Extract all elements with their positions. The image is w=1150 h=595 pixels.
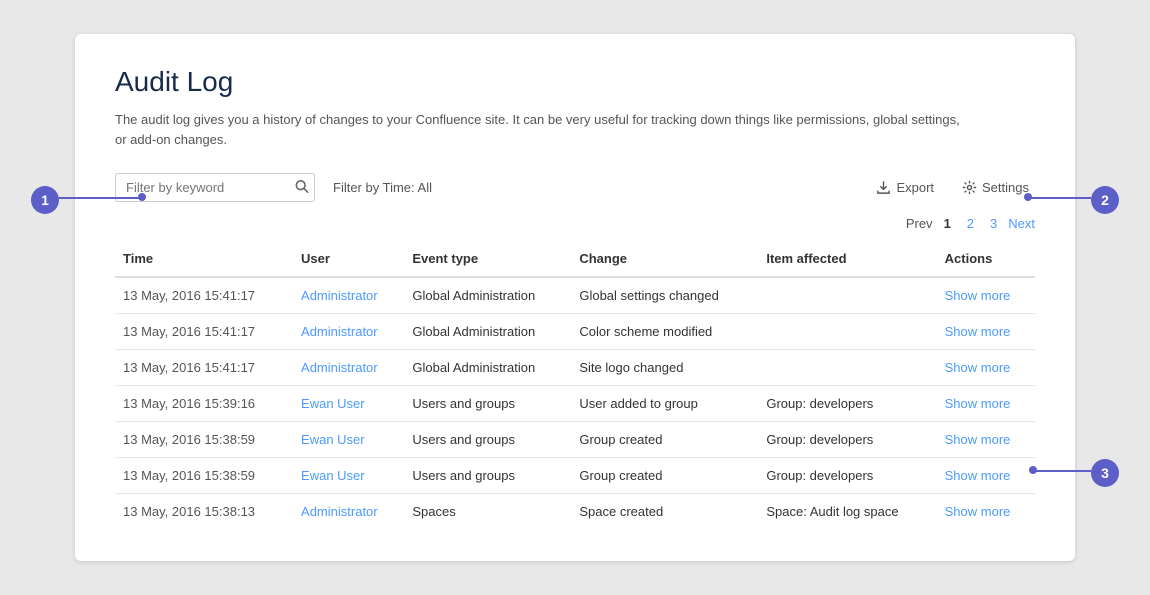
show-more-link[interactable]: Show more: [945, 468, 1011, 483]
cell-time: 13 May, 2016 15:41:17: [115, 277, 293, 314]
show-more-link[interactable]: Show more: [945, 432, 1011, 447]
user-link[interactable]: Ewan User: [301, 468, 365, 483]
annotation-line-2: [1031, 197, 1091, 199]
table-row: 13 May, 2016 15:38:59 Ewan User Users an…: [115, 458, 1035, 494]
cell-user[interactable]: Ewan User: [293, 422, 404, 458]
cell-change: Group created: [571, 422, 758, 458]
col-event-type: Event type: [404, 241, 571, 277]
page-2[interactable]: 2: [962, 214, 979, 233]
table-row: 13 May, 2016 15:38:59 Ewan User Users an…: [115, 422, 1035, 458]
cell-action: Show more: [937, 350, 1035, 386]
user-link[interactable]: Administrator: [301, 324, 378, 339]
cell-item-affected: [758, 314, 936, 350]
cell-event-type: Spaces: [404, 494, 571, 530]
cell-action: Show more: [937, 458, 1035, 494]
annotation-dot-1: [138, 193, 146, 201]
user-link[interactable]: Administrator: [301, 288, 378, 303]
table-row: 13 May, 2016 15:41:17 Administrator Glob…: [115, 350, 1035, 386]
cell-user[interactable]: Administrator: [293, 350, 404, 386]
prev-label: Prev: [906, 216, 933, 231]
user-link[interactable]: Ewan User: [301, 396, 365, 411]
filter-left: Filter by Time: All: [115, 173, 432, 202]
cell-action: Show more: [937, 494, 1035, 530]
page-title: Audit Log: [115, 66, 1035, 98]
cell-event-type: Global Administration: [404, 350, 571, 386]
cell-action: Show more: [937, 386, 1035, 422]
col-time: Time: [115, 241, 293, 277]
export-button[interactable]: Export: [870, 176, 940, 199]
cell-change: Global settings changed: [571, 277, 758, 314]
cell-action: Show more: [937, 277, 1035, 314]
cell-action: Show more: [937, 422, 1035, 458]
settings-icon: [962, 180, 977, 195]
cell-item-affected: Group: developers: [758, 458, 936, 494]
cell-user[interactable]: Ewan User: [293, 386, 404, 422]
cell-user[interactable]: Administrator: [293, 314, 404, 350]
cell-event-type: Users and groups: [404, 422, 571, 458]
show-more-link[interactable]: Show more: [945, 360, 1011, 375]
col-item-affected: Item affected: [758, 241, 936, 277]
cell-item-affected: Group: developers: [758, 422, 936, 458]
cell-time: 13 May, 2016 15:38:59: [115, 458, 293, 494]
cell-item-affected: [758, 350, 936, 386]
cell-user[interactable]: Administrator: [293, 494, 404, 530]
cell-change: Space created: [571, 494, 758, 530]
filter-bar: Filter by Time: All Export Settings: [115, 173, 1035, 202]
table-row: 13 May, 2016 15:38:13 Administrator Spac…: [115, 494, 1035, 530]
page-3[interactable]: 3: [985, 214, 1002, 233]
col-user: User: [293, 241, 404, 277]
annotation-dot-2: [1024, 193, 1032, 201]
cell-time: 13 May, 2016 15:38:13: [115, 494, 293, 530]
user-link[interactable]: Ewan User: [301, 432, 365, 447]
cell-time: 13 May, 2016 15:38:59: [115, 422, 293, 458]
cell-change: Site logo changed: [571, 350, 758, 386]
cell-time: 13 May, 2016 15:39:16: [115, 386, 293, 422]
annotation-line-3: [1036, 470, 1091, 472]
page-1[interactable]: 1: [939, 214, 956, 233]
cell-action: Show more: [937, 314, 1035, 350]
filter-time-label: Filter by Time: All: [333, 180, 432, 195]
table-row: 13 May, 2016 15:41:17 Administrator Glob…: [115, 314, 1035, 350]
user-link[interactable]: Administrator: [301, 504, 378, 519]
search-icon: [295, 179, 309, 193]
cell-item-affected: Space: Audit log space: [758, 494, 936, 530]
show-more-link[interactable]: Show more: [945, 288, 1011, 303]
cell-change: Color scheme modified: [571, 314, 758, 350]
table-header-row: Time User Event type Change Item affecte…: [115, 241, 1035, 277]
col-change: Change: [571, 241, 758, 277]
annotation-line-1: [59, 197, 139, 199]
export-icon: [876, 180, 891, 195]
show-more-link[interactable]: Show more: [945, 396, 1011, 411]
search-button[interactable]: [295, 179, 309, 196]
cell-event-type: Users and groups: [404, 458, 571, 494]
show-more-link[interactable]: Show more: [945, 324, 1011, 339]
cell-event-type: Global Administration: [404, 314, 571, 350]
cell-change: User added to group: [571, 386, 758, 422]
annotation-dot-3: [1029, 466, 1037, 474]
filter-right: Export Settings: [870, 176, 1035, 199]
annotation-badge-1: 1: [31, 186, 59, 214]
cell-item-affected: Group: developers: [758, 386, 936, 422]
pagination: Prev 1 2 3 Next: [115, 214, 1035, 233]
show-more-link[interactable]: Show more: [945, 504, 1011, 519]
user-link[interactable]: Administrator: [301, 360, 378, 375]
cell-event-type: Users and groups: [404, 386, 571, 422]
table-row: 13 May, 2016 15:39:16 Ewan User Users an…: [115, 386, 1035, 422]
annotation-badge-3: 3: [1091, 459, 1119, 487]
table-row: 13 May, 2016 15:41:17 Administrator Glob…: [115, 277, 1035, 314]
cell-event-type: Global Administration: [404, 277, 571, 314]
cell-user[interactable]: Administrator: [293, 277, 404, 314]
audit-log-table: Time User Event type Change Item affecte…: [115, 241, 1035, 529]
cell-time: 13 May, 2016 15:41:17: [115, 350, 293, 386]
cell-time: 13 May, 2016 15:41:17: [115, 314, 293, 350]
col-actions: Actions: [937, 241, 1035, 277]
cell-item-affected: [758, 277, 936, 314]
next-button[interactable]: Next: [1008, 216, 1035, 231]
cell-change: Group created: [571, 458, 758, 494]
annotation-badge-2: 2: [1091, 186, 1119, 214]
cell-user[interactable]: Ewan User: [293, 458, 404, 494]
page-description: The audit log gives you a history of cha…: [115, 110, 965, 149]
